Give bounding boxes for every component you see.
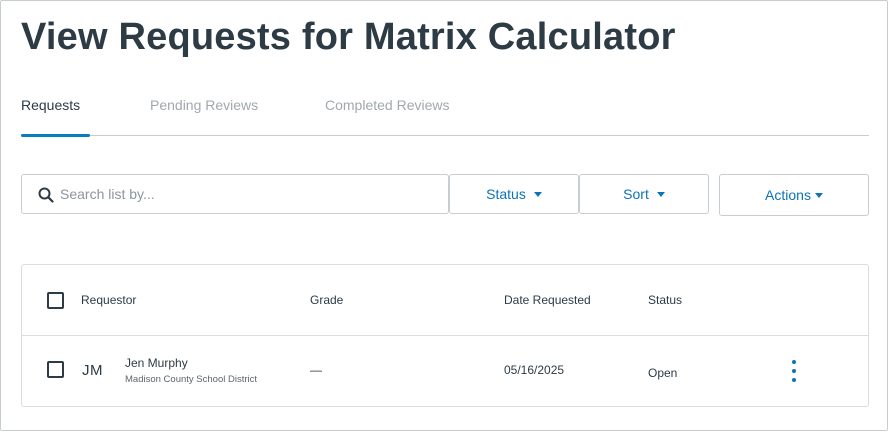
tab-completed-reviews[interactable]: Completed Reviews bbox=[325, 97, 450, 113]
tab-bar: Requests Pending Reviews Completed Revie… bbox=[21, 87, 869, 137]
caret-down-icon bbox=[814, 192, 823, 198]
select-all-checkbox[interactable] bbox=[47, 292, 64, 309]
active-tab-indicator bbox=[21, 134, 90, 137]
avatar: JM bbox=[82, 362, 103, 379]
table-header: Requestor Grade Date Requested Status bbox=[22, 265, 868, 336]
row-checkbox[interactable] bbox=[47, 361, 64, 378]
search-box bbox=[21, 174, 449, 214]
table-row[interactable]: JM Jen Murphy Madison County School Dist… bbox=[22, 336, 868, 407]
sort-label: Sort bbox=[623, 186, 649, 202]
sort-button[interactable]: Sort bbox=[579, 174, 709, 214]
actions-label: Actions bbox=[765, 187, 811, 203]
tab-requests[interactable]: Requests bbox=[21, 97, 80, 113]
column-header-date-requested[interactable]: Date Requested bbox=[504, 293, 591, 307]
search-icon bbox=[38, 187, 54, 203]
tab-pending-reviews[interactable]: Pending Reviews bbox=[150, 97, 258, 113]
kebab-menu-icon[interactable] bbox=[788, 360, 800, 382]
grade-cell: — bbox=[310, 363, 322, 377]
caret-down-icon bbox=[533, 191, 542, 197]
status-cell: Open bbox=[648, 366, 678, 380]
caret-down-icon bbox=[656, 191, 665, 197]
requestor-name: Jen Murphy bbox=[125, 356, 188, 370]
status-filter-label: Status bbox=[486, 186, 526, 202]
date-requested-cell: 05/16/2025 bbox=[504, 363, 565, 377]
app-window: View Requests for Matrix Calculator Requ… bbox=[0, 0, 888, 431]
requests-table: Requestor Grade Date Requested Status JM… bbox=[21, 264, 869, 407]
column-header-grade[interactable]: Grade bbox=[310, 293, 343, 307]
actions-button[interactable]: Actions bbox=[719, 174, 869, 216]
page-title: View Requests for Matrix Calculator bbox=[21, 16, 676, 58]
search-input[interactable] bbox=[60, 176, 440, 212]
status-filter-button[interactable]: Status bbox=[449, 174, 579, 214]
requestor-organization: Madison County School District bbox=[125, 374, 257, 385]
column-header-status[interactable]: Status bbox=[648, 293, 682, 307]
column-header-requestor[interactable]: Requestor bbox=[81, 293, 136, 307]
